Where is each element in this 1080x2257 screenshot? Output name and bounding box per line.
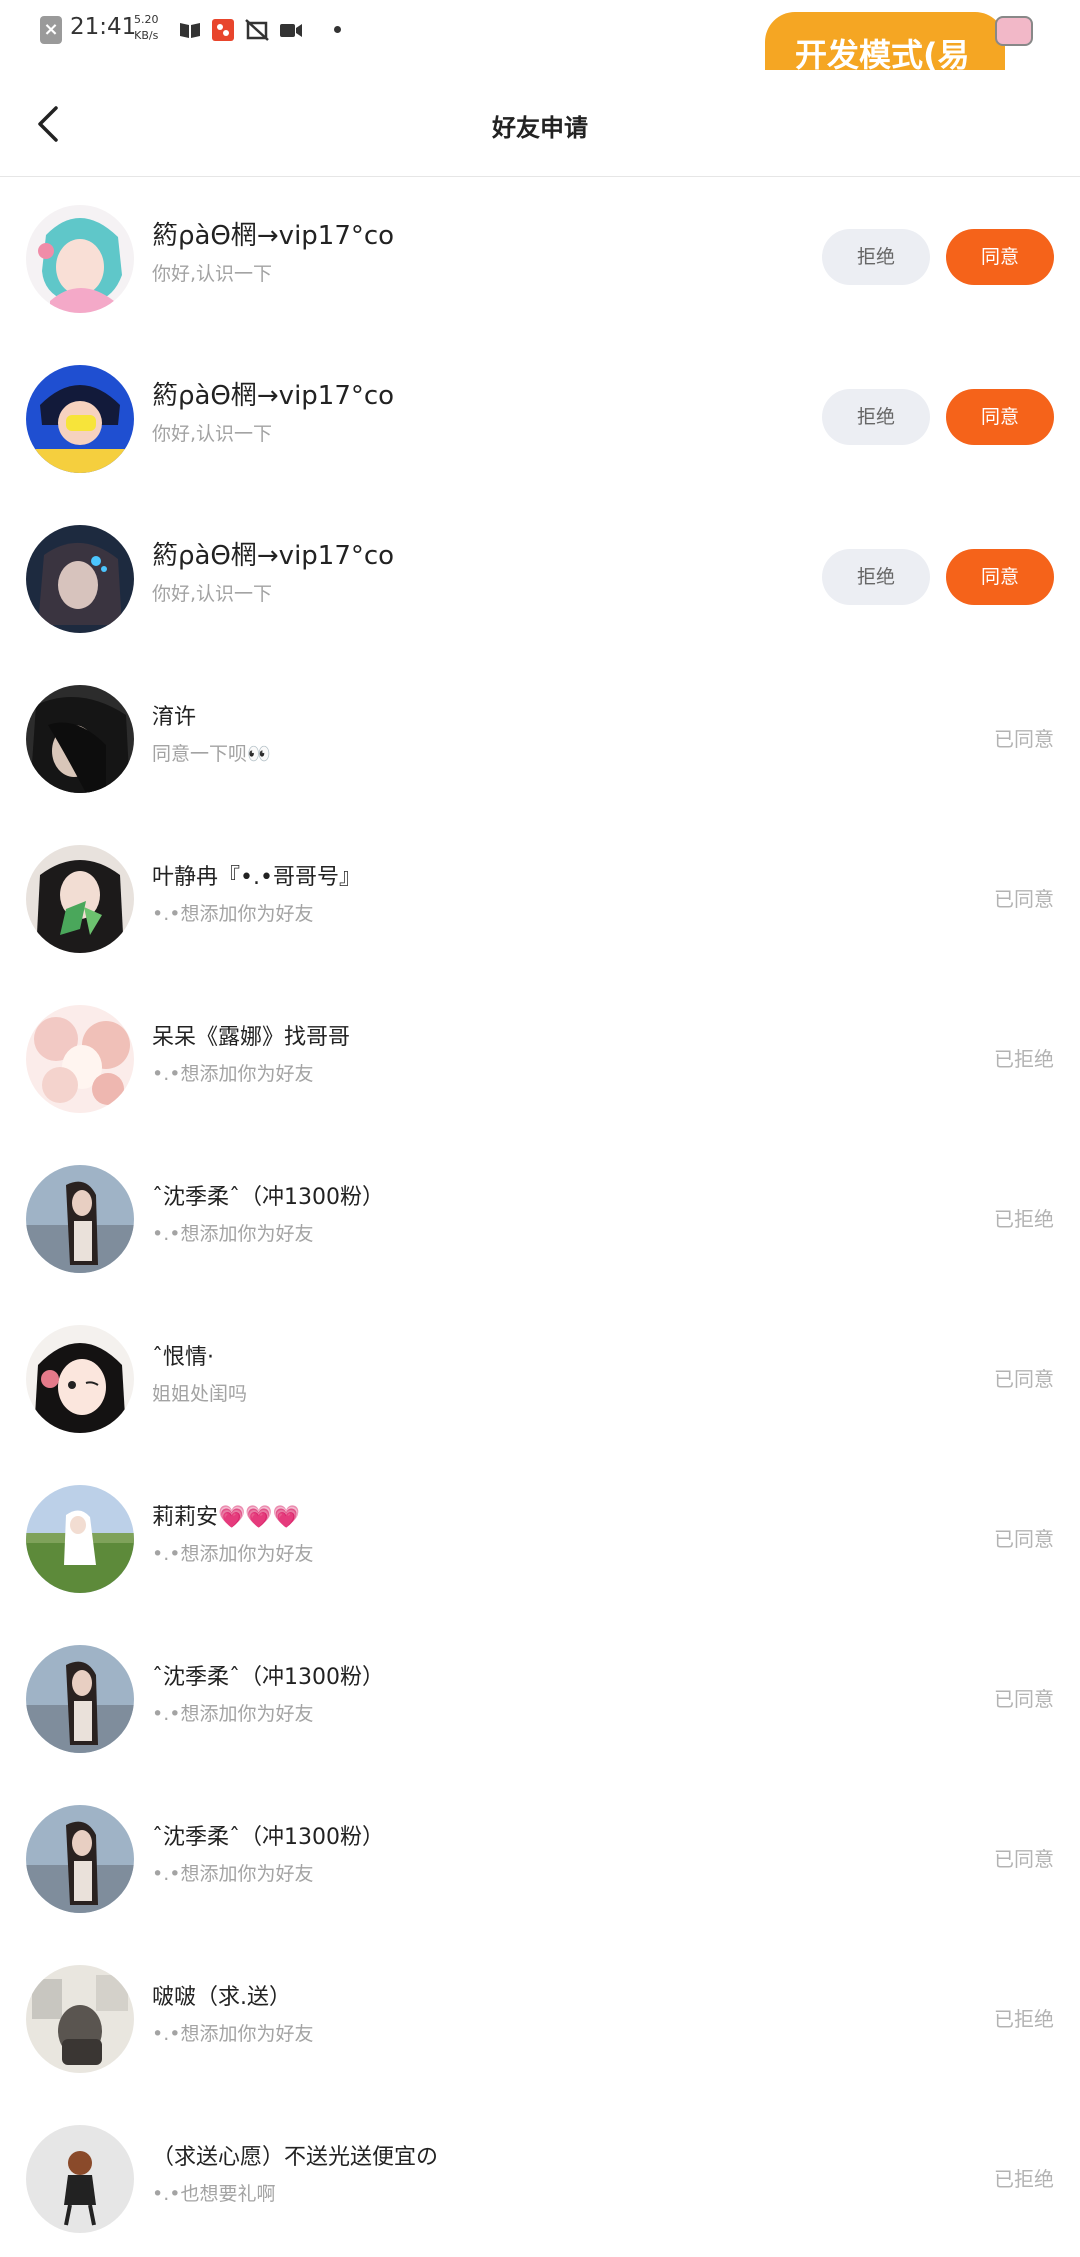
- request-status: 已同意: [994, 887, 1054, 911]
- avatar[interactable]: [26, 525, 134, 633]
- request-message: 你好,认识一下: [152, 583, 273, 605]
- request-message: •.•想添加你为好友: [152, 1063, 314, 1085]
- request-message: 同意一下呗👀: [152, 743, 271, 765]
- requester-name: 莉莉安💗💗💗: [152, 1505, 301, 1530]
- friend-request-row[interactable]: 淯许 同意一下呗👀 已同意: [0, 657, 1080, 817]
- avatar[interactable]: [26, 1965, 134, 2073]
- nav-header: 好友申请: [0, 62, 1080, 177]
- reject-button[interactable]: 拒绝: [822, 549, 930, 605]
- avatar[interactable]: [26, 1805, 134, 1913]
- app-notification-icon: [212, 19, 234, 41]
- request-status: 已拒绝: [994, 2007, 1054, 2031]
- avatar[interactable]: [26, 365, 134, 473]
- network-speed: 5.20 KB/s: [134, 12, 159, 44]
- request-message: •.•想添加你为好友: [152, 903, 314, 925]
- friend-request-row[interactable]: 箹ρàΘ棢→vip17°co 你好,认识一下 拒绝 同意: [0, 177, 1080, 337]
- request-message: 姐姐处闺吗: [152, 1383, 248, 1405]
- network-speed-value: 5.20: [134, 13, 159, 26]
- video-icon: [280, 24, 302, 37]
- request-message: •.•想添加你为好友: [152, 1543, 314, 1565]
- requester-name: 箹ρàΘ棢→vip17°co: [152, 381, 395, 411]
- avatar[interactable]: [26, 2125, 134, 2233]
- friend-request-row[interactable]: 箹ρàΘ棢→vip17°co 你好,认识一下 拒绝 同意: [0, 337, 1080, 497]
- request-status: 已拒绝: [994, 2167, 1054, 2191]
- book-icon: [180, 23, 200, 38]
- reject-button[interactable]: 拒绝: [822, 389, 930, 445]
- avatar[interactable]: [26, 685, 134, 793]
- avatar[interactable]: [26, 205, 134, 313]
- requester-name: ˆ沈季柔ˆ（冲1300粉）: [152, 1665, 384, 1690]
- friend-request-row[interactable]: 啵啵（求.送） •.•想添加你为好友 已拒绝: [0, 1937, 1080, 2097]
- accept-button[interactable]: 同意: [946, 549, 1054, 605]
- requester-name: 啵啵（求.送）: [152, 1985, 291, 2010]
- friend-request-row[interactable]: 莉莉安💗💗💗 •.•想添加你为好友 已同意: [0, 1457, 1080, 1617]
- accept-button[interactable]: 同意: [946, 389, 1054, 445]
- floating-pet-icon[interactable]: [995, 16, 1033, 46]
- avatar[interactable]: [26, 1005, 134, 1113]
- requester-name: 箹ρàΘ棢→vip17°co: [152, 221, 395, 251]
- no-sim-icon: ×: [40, 16, 62, 44]
- accept-button[interactable]: 同意: [946, 229, 1054, 285]
- request-status: 已同意: [994, 1847, 1054, 1871]
- request-status: 已拒绝: [994, 1047, 1054, 1071]
- requester-name: 淯许: [152, 705, 197, 730]
- more-notifications-dot: [334, 26, 341, 33]
- avatar[interactable]: [26, 1485, 134, 1593]
- page-title: 好友申请: [492, 114, 588, 142]
- request-message: 你好,认识一下: [152, 263, 273, 285]
- request-status: 已同意: [994, 1687, 1054, 1711]
- request-status: 已同意: [994, 727, 1054, 751]
- requester-name: （求送心愿）不送光送便宜の: [152, 2145, 439, 2170]
- avatar[interactable]: [26, 1325, 134, 1433]
- requester-name: 叶静冉『•.•哥哥号』: [152, 865, 361, 890]
- friend-request-row[interactable]: ˆ沈季柔ˆ（冲1300粉） •.•想添加你为好友 已同意: [0, 1777, 1080, 1937]
- friend-request-row[interactable]: ˆ沈季柔ˆ（冲1300粉） •.•想添加你为好友 已同意: [0, 1617, 1080, 1777]
- requester-name: 箹ρàΘ棢→vip17°co: [152, 541, 395, 571]
- avatar[interactable]: [26, 1165, 134, 1273]
- friend-request-row[interactable]: 呆呆《露娜》找哥哥 •.•想添加你为好友 已拒绝: [0, 977, 1080, 1137]
- requester-name: ˆ沈季柔ˆ（冲1300粉）: [152, 1825, 384, 1850]
- avatar[interactable]: [26, 845, 134, 953]
- friend-request-row[interactable]: ˆ沈季柔ˆ（冲1300粉） •.•想添加你为好友 已拒绝: [0, 1137, 1080, 1297]
- request-message: •.•想添加你为好友: [152, 1863, 314, 1885]
- friend-request-row[interactable]: 箹ρàΘ棢→vip17°co 你好,认识一下 拒绝 同意: [0, 497, 1080, 657]
- avatar[interactable]: [26, 1645, 134, 1753]
- reject-button[interactable]: 拒绝: [822, 229, 930, 285]
- friend-request-row[interactable]: 叶静冉『•.•哥哥号』 •.•想添加你为好友 已同意: [0, 817, 1080, 977]
- clock: 21:41: [70, 14, 137, 40]
- request-message: •.•想添加你为好友: [152, 1703, 314, 1725]
- friend-request-row[interactable]: （求送心愿）不送光送便宜の •.•也想要礼啊 已拒绝: [0, 2097, 1080, 2257]
- request-message: •.•想添加你为好友: [152, 1223, 314, 1245]
- screenshot-icon: [245, 19, 269, 41]
- friend-request-row[interactable]: ˆ恨情· 姐姐处闺吗 已同意: [0, 1297, 1080, 1457]
- network-speed-unit: KB/s: [134, 29, 159, 42]
- request-message: •.•想添加你为好友: [152, 2023, 314, 2045]
- request-status: 已同意: [994, 1367, 1054, 1391]
- requester-name: ˆ沈季柔ˆ（冲1300粉）: [152, 1185, 384, 1210]
- requester-name: 呆呆《露娜》找哥哥: [152, 1025, 351, 1050]
- request-message: 你好,认识一下: [152, 423, 273, 445]
- request-status: 已同意: [994, 1527, 1054, 1551]
- status-bar: × 21:41 5.20 KB/s 开发模式(易: [0, 0, 1080, 70]
- request-message: •.•也想要礼啊: [152, 2183, 276, 2205]
- friend-request-list: 箹ρàΘ棢→vip17°co 你好,认识一下 拒绝 同意 箹ρàΘ棢→vip17…: [0, 177, 1080, 2257]
- request-status: 已拒绝: [994, 1207, 1054, 1231]
- requester-name: ˆ恨情·: [152, 1345, 214, 1370]
